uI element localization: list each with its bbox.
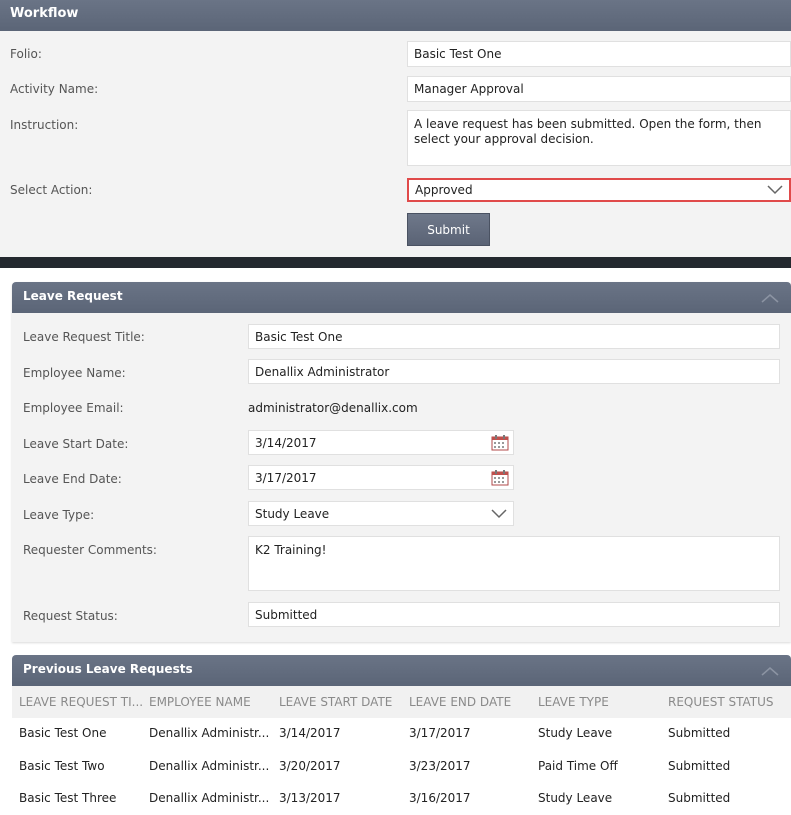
column-header[interactable]: LEAVE END DATE [409, 695, 511, 709]
table-cell: 3/17/2017 [409, 726, 471, 740]
request-status-field[interactable]: Submitted [248, 602, 780, 627]
table-cell: 3/23/2017 [409, 759, 471, 773]
leave-title-label: Leave Request Title: [23, 330, 145, 344]
leave-start-value: 3/14/2017 [255, 435, 317, 450]
workflow-panel: Workflow Folio: Basic Test One Activity … [0, 0, 791, 257]
column-header[interactable]: EMPLOYEE NAME [149, 695, 251, 709]
column-header[interactable]: LEAVE START DATE [279, 695, 392, 709]
chevron-up-icon[interactable] [761, 293, 779, 303]
leave-type-label: Leave Type: [23, 508, 95, 522]
table-cell: Basic Test Three [19, 791, 117, 805]
request-status-label: Request Status: [23, 609, 118, 623]
table-cell: Submitted [668, 759, 731, 773]
leave-end-field[interactable]: 3/17/2017 [248, 465, 514, 490]
leave-title-field[interactable]: Basic Test One [248, 324, 780, 349]
requester-comments-field[interactable]: K2 Training! [248, 536, 780, 591]
folio-field[interactable]: Basic Test One [407, 41, 791, 67]
select-action-label: Select Action: [10, 183, 93, 197]
employee-name-field[interactable]: Denallix Administrator [248, 359, 780, 384]
table-cell: Submitted [668, 726, 731, 740]
leave-end-value: 3/17/2017 [255, 470, 317, 485]
employee-name-label: Employee Name: [23, 366, 126, 380]
chevron-down-icon [767, 185, 783, 195]
table-cell: Denallix Administr... [149, 726, 270, 740]
column-header[interactable]: LEAVE TYPE [538, 695, 609, 709]
employee-email-label: Employee Email: [23, 401, 124, 415]
folio-label: Folio: [10, 47, 42, 61]
leave-start-label: Leave Start Date: [23, 437, 129, 451]
leave-request-header[interactable]: Leave Request [12, 282, 791, 313]
table-cell: Study Leave [538, 791, 613, 805]
table-row[interactable]: Basic Test Three Denallix Administr... 3… [12, 783, 791, 815]
leave-end-label: Leave End Date: [23, 472, 122, 486]
table-cell: Study Leave [538, 726, 613, 740]
chevron-down-icon [491, 508, 507, 518]
instruction-label: Instruction: [10, 118, 79, 132]
column-header[interactable]: LEAVE REQUEST TI... [19, 695, 143, 709]
table-cell: Paid Time Off [538, 759, 618, 773]
leave-type-dropdown[interactable]: Study Leave [248, 501, 514, 526]
table-cell: Denallix Administr... [149, 791, 270, 805]
leave-start-field[interactable]: 3/14/2017 [248, 430, 514, 455]
table-cell: Denallix Administr... [149, 759, 270, 773]
instruction-field[interactable]: A leave request has been submitted. Open… [407, 110, 791, 166]
submit-button[interactable]: Submit [407, 213, 490, 246]
table-cell: Submitted [668, 791, 731, 805]
grid-header: LEAVE REQUEST TI... EMPLOYEE NAME LEAVE … [12, 686, 791, 718]
previous-requests-header[interactable]: Previous Leave Requests [12, 655, 791, 686]
leave-request-panel: Leave Request Leave Request Title: Basic… [12, 282, 791, 642]
activity-name-field[interactable]: Manager Approval [407, 76, 791, 102]
calendar-icon[interactable] [491, 434, 509, 451]
leave-type-value: Study Leave [255, 506, 330, 521]
chevron-up-icon[interactable] [761, 666, 779, 676]
requester-comments-label: Requester Comments: [23, 543, 157, 557]
previous-requests-title: Previous Leave Requests [23, 662, 193, 676]
divider-strip [0, 257, 791, 268]
table-cell: 3/14/2017 [279, 726, 341, 740]
leave-request-title: Leave Request [23, 289, 123, 303]
table-cell: 3/13/2017 [279, 791, 341, 805]
table-cell: 3/16/2017 [409, 791, 471, 805]
table-cell: Basic Test One [19, 726, 107, 740]
column-header[interactable]: REQUEST STATUS [668, 695, 774, 709]
table-cell: 3/20/2017 [279, 759, 341, 773]
table-cell: Basic Test Two [19, 759, 105, 773]
employee-email-value: administrator@denallix.com [248, 401, 418, 415]
table-row[interactable]: Basic Test Two Denallix Administr... 3/2… [12, 751, 791, 783]
table-row[interactable]: Basic Test One Denallix Administr... 3/1… [12, 718, 791, 750]
activity-name-label: Activity Name: [10, 82, 99, 96]
select-action-dropdown[interactable]: Approved [407, 178, 791, 202]
select-action-value: Approved [415, 183, 473, 197]
calendar-icon[interactable] [491, 469, 509, 486]
previous-requests-panel: Previous Leave Requests LEAVE REQUEST TI… [12, 655, 791, 815]
workflow-header: Workflow [0, 0, 791, 31]
